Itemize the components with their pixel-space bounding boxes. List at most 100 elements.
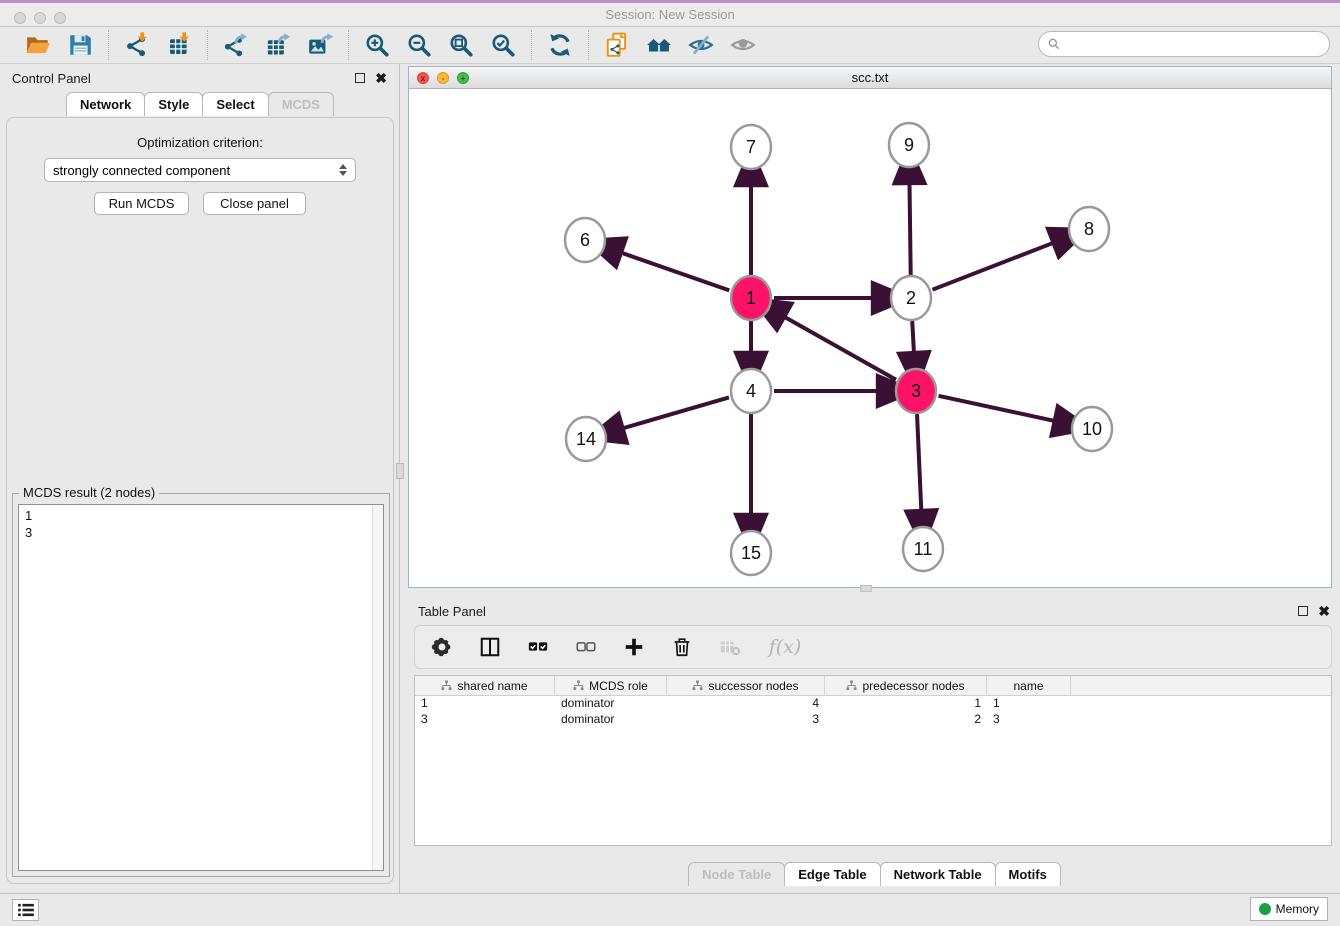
edge-4-14[interactable]: [618, 397, 729, 429]
zoom-in-button[interactable]: [363, 31, 391, 59]
task-history-button[interactable]: [12, 899, 39, 921]
export-network-button[interactable]: [222, 31, 250, 59]
split-view-button[interactable]: [477, 634, 503, 660]
toolbar-group: [532, 31, 588, 59]
panel-splitter-handle[interactable]: [396, 463, 404, 479]
tab-edge-table[interactable]: Edge Table: [784, 862, 880, 886]
network-splitter-handle[interactable]: [860, 585, 872, 592]
add-column-button[interactable]: [621, 634, 647, 660]
mcds-result-text[interactable]: 13: [18, 504, 384, 871]
node-14[interactable]: 14: [566, 417, 606, 461]
run-mcds-button[interactable]: Run MCDS: [94, 192, 189, 215]
float-panel-icon[interactable]: [355, 73, 365, 83]
tab-mcds[interactable]: MCDS: [268, 92, 334, 116]
refresh-layout-button[interactable]: [546, 31, 574, 59]
column-header-successor-nodes[interactable]: successor nodes: [667, 676, 825, 695]
edge-3-11[interactable]: [917, 414, 922, 516]
result-scrollbar[interactable]: [372, 505, 383, 870]
tab-style[interactable]: Style: [144, 92, 203, 116]
view-maximize-icon[interactable]: +: [457, 72, 469, 84]
column-header-MCDS-role[interactable]: MCDS role: [555, 676, 667, 695]
node-2[interactable]: 2: [891, 276, 931, 320]
node-7[interactable]: 7: [731, 125, 771, 169]
hide-details-button[interactable]: [687, 31, 715, 59]
show-details-button[interactable]: [729, 31, 757, 59]
node-label: 2: [906, 288, 916, 308]
column-header-predecessor-nodes[interactable]: predecessor nodes: [825, 676, 987, 695]
table-row[interactable]: 3dominator323: [415, 712, 1331, 728]
edge-1-6[interactable]: [616, 251, 729, 291]
node-3[interactable]: 3: [896, 369, 936, 413]
tab-select[interactable]: Select: [202, 92, 268, 116]
window-zoom-icon[interactable]: [54, 12, 66, 24]
node-10[interactable]: 10: [1072, 407, 1112, 451]
close-panel-icon[interactable]: ✖: [375, 73, 387, 83]
edge-3-1[interactable]: [780, 314, 896, 380]
toolbar-group: [109, 31, 207, 59]
edge-2-9[interactable]: [909, 178, 910, 275]
table-cell: 2: [825, 712, 987, 728]
export-image-button[interactable]: [306, 31, 334, 59]
close-panel-button[interactable]: Close panel: [203, 192, 306, 215]
optimization-criterion-value: strongly connected component: [53, 163, 230, 178]
node-6[interactable]: 6: [565, 218, 605, 262]
node-label: 9: [904, 135, 914, 155]
node-11[interactable]: 11: [903, 527, 943, 571]
import-network-icon: [124, 32, 150, 58]
result-line: 1: [25, 507, 377, 524]
add-column-icon: [623, 636, 645, 658]
select-all-icon: [527, 636, 549, 658]
table-cell: dominator: [555, 712, 667, 728]
fit-content-button[interactable]: [447, 31, 475, 59]
zoom-in-icon: [364, 32, 390, 58]
optimization-criterion-select[interactable]: strongly connected component: [44, 158, 356, 182]
delete-column-icon: [671, 636, 693, 658]
open-file-button[interactable]: [24, 31, 52, 59]
tab-node-table[interactable]: Node Table: [688, 862, 785, 886]
column-label: successor nodes: [708, 679, 798, 693]
import-table-button[interactable]: [165, 31, 193, 59]
memory-button[interactable]: Memory: [1250, 897, 1328, 921]
network-canvas[interactable]: 7 9 6 8 1 2 4 3 14 10 15 11: [409, 89, 1331, 587]
table-row[interactable]: 1dominator411: [415, 696, 1331, 712]
float-table-panel-icon[interactable]: [1298, 606, 1308, 616]
deselect-all-button[interactable]: [573, 634, 599, 660]
close-table-panel-icon[interactable]: ✖: [1318, 606, 1330, 616]
window-close-icon[interactable]: [14, 12, 26, 24]
export-network-icon: [223, 32, 249, 58]
function-builder-icon: f(x): [769, 636, 802, 658]
node-table[interactable]: shared nameMCDS role successor nodes prede…: [414, 675, 1332, 846]
node-label: 4: [746, 381, 756, 401]
node-4[interactable]: 4: [731, 369, 771, 413]
node-15[interactable]: 15: [731, 531, 771, 575]
column-header-name[interactable]: name: [987, 676, 1071, 695]
edge-2-3[interactable]: [912, 321, 914, 358]
window-minimize-icon[interactable]: [34, 12, 46, 24]
select-all-button[interactable]: [525, 634, 551, 660]
node-1[interactable]: 1: [731, 276, 771, 320]
toolbar-group: [10, 31, 108, 59]
search-box[interactable]: [1038, 31, 1330, 57]
tab-motifs[interactable]: Motifs: [995, 862, 1061, 886]
node-9[interactable]: 9: [889, 123, 929, 167]
tab-network-table[interactable]: Network Table: [880, 862, 996, 886]
first-neighbors-button[interactable]: [645, 31, 673, 59]
search-input[interactable]: [1061, 33, 1329, 55]
column-header-shared-name[interactable]: shared name: [415, 676, 555, 695]
network-view-titlebar[interactable]: x - + scc.txt: [409, 67, 1331, 89]
import-network-button[interactable]: [123, 31, 151, 59]
zoom-selected-button[interactable]: [489, 31, 517, 59]
export-table-button[interactable]: [264, 31, 292, 59]
column-settings-button[interactable]: [429, 634, 455, 660]
edge-3-10[interactable]: [938, 396, 1059, 422]
node-8[interactable]: 8: [1069, 207, 1109, 251]
zoom-out-button[interactable]: [405, 31, 433, 59]
view-minimize-icon[interactable]: -: [437, 72, 449, 84]
edge-2-8[interactable]: [932, 241, 1058, 290]
save-session-button[interactable]: [66, 31, 94, 59]
tab-network[interactable]: Network: [66, 92, 145, 116]
delete-column-button[interactable]: [669, 634, 695, 660]
node-label: 3: [911, 381, 921, 401]
view-close-icon[interactable]: x: [417, 72, 429, 84]
duplicate-network-button[interactable]: [603, 31, 631, 59]
